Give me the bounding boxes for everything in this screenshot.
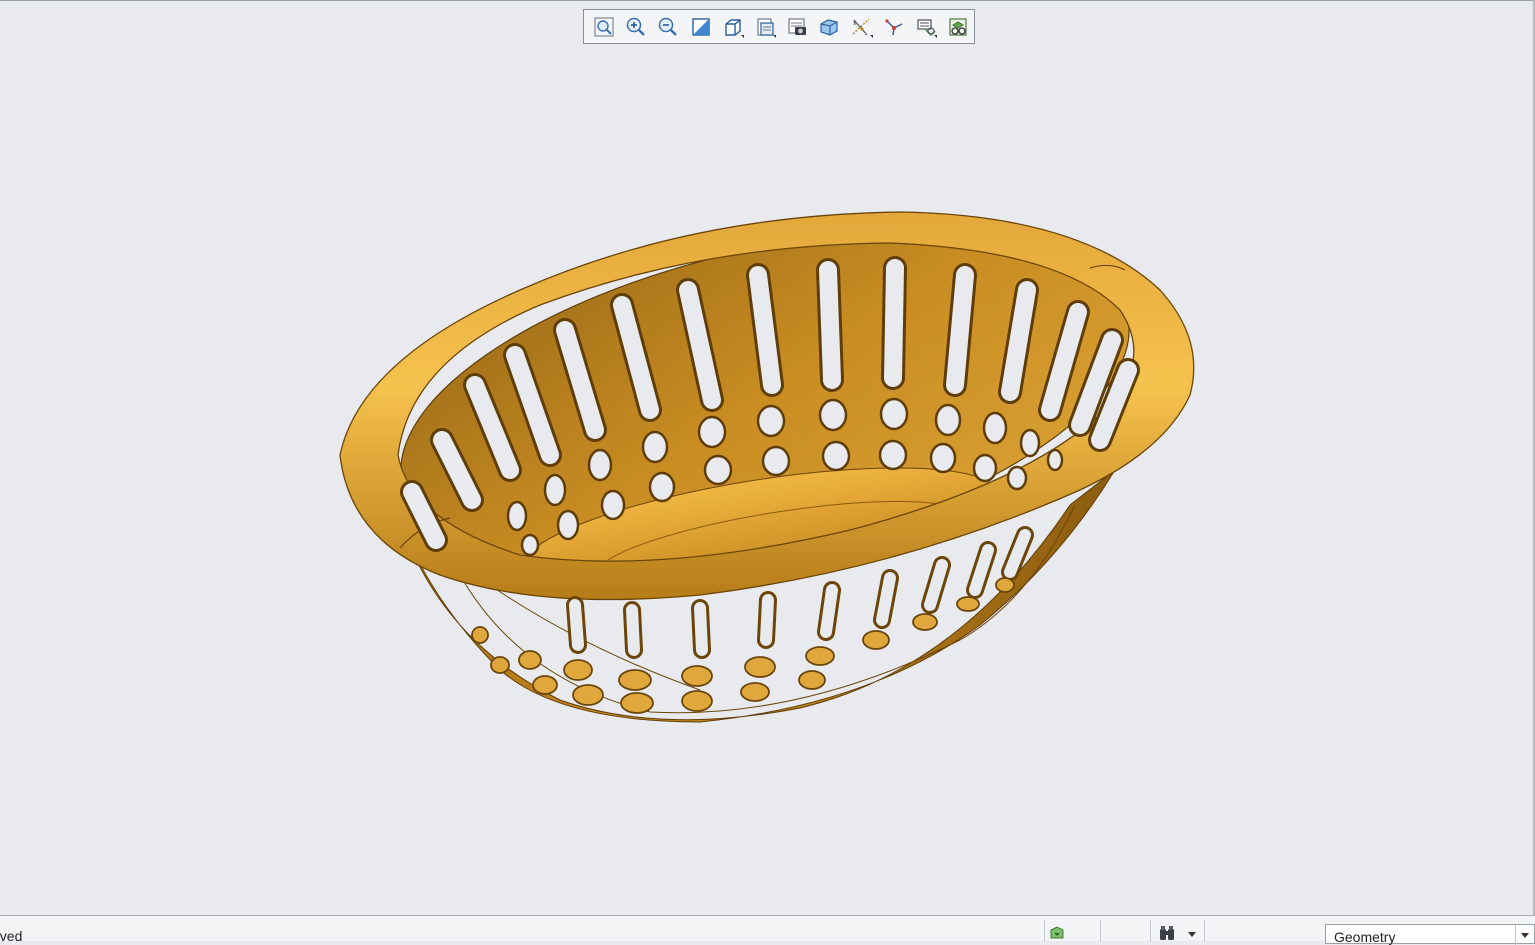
- graphics-toolbar: x: [583, 9, 975, 44]
- annotation-display-icon: [885, 18, 902, 35]
- datum-display-button[interactable]: x: [845, 11, 877, 43]
- refit-icon: [594, 16, 614, 37]
- spin-center-button[interactable]: [910, 11, 942, 43]
- chevron-down-icon[interactable]: [1188, 932, 1196, 937]
- selection-filter-select[interactable]: Geometry: [1325, 924, 1535, 945]
- hole: [972, 453, 998, 483]
- hole: [982, 411, 1008, 445]
- outer-hole: [572, 684, 604, 706]
- outer-hole: [518, 650, 542, 670]
- slot-opening: [946, 266, 974, 394]
- appearance-button[interactable]: [942, 11, 974, 43]
- refit-button[interactable]: [588, 11, 620, 43]
- outer-hole: [490, 656, 510, 674]
- hole: [587, 448, 613, 482]
- view-manager-button[interactable]: [781, 11, 813, 43]
- outer-hole: [995, 577, 1015, 593]
- outer-hole: [532, 675, 558, 695]
- hole: [641, 430, 669, 464]
- outer-hole: [862, 630, 890, 650]
- hole: [929, 442, 957, 474]
- outer-hole: [956, 596, 980, 612]
- outer-hole: [471, 626, 489, 644]
- outer-hole: [681, 665, 713, 687]
- hole: [1006, 465, 1028, 491]
- outer-slot-opening: [569, 599, 584, 651]
- outer-hole: [798, 670, 826, 690]
- hole: [520, 533, 540, 557]
- svg-text:x: x: [853, 20, 857, 27]
- regenerate-icon[interactable]: [1048, 924, 1066, 942]
- outer-hole: [681, 690, 713, 712]
- hole: [600, 489, 626, 521]
- appearance-icon: [949, 17, 967, 36]
- hole: [818, 398, 848, 432]
- zoom-out-button[interactable]: [652, 11, 684, 43]
- outer-hole: [744, 656, 776, 678]
- outer-slot-opening: [760, 594, 774, 646]
- repaint-icon: [691, 17, 710, 36]
- hole: [879, 397, 909, 431]
- outer-hole: [618, 669, 652, 691]
- outer-hole: [912, 613, 938, 631]
- selection-filter-value: Geometry: [1334, 929, 1396, 945]
- slot-opening: [884, 259, 904, 387]
- status-separator: [1150, 920, 1151, 942]
- hole: [1046, 448, 1064, 472]
- zoom-out-icon: [659, 17, 678, 36]
- outer-hole: [620, 692, 654, 714]
- graphics-viewport[interactable]: [0, 45, 1533, 915]
- hole: [878, 439, 908, 471]
- perspective-view-icon: [820, 18, 838, 36]
- zoom-in-icon: [627, 17, 646, 36]
- status-bar: aved Geometry: [0, 915, 1535, 945]
- outer-hole: [805, 646, 835, 666]
- status-message: aved: [0, 928, 23, 944]
- hole: [697, 415, 727, 449]
- window-top-border: [0, 0, 1535, 1]
- chevron-down-icon[interactable]: [1515, 925, 1534, 945]
- find-icon[interactable]: [1158, 924, 1176, 942]
- saved-orientations-button[interactable]: [749, 11, 781, 43]
- outer-slot-opening: [694, 602, 708, 656]
- hole: [556, 509, 580, 541]
- repaint-button[interactable]: [685, 11, 717, 43]
- hole: [703, 454, 733, 486]
- hole: [506, 500, 528, 532]
- slot-opening: [819, 261, 841, 389]
- hole: [1019, 428, 1041, 458]
- status-separator: [1204, 920, 1205, 942]
- outer-slot-opening: [626, 604, 640, 656]
- annotation-display-button[interactable]: [878, 11, 910, 43]
- status-separator: [1100, 920, 1101, 942]
- hole: [761, 445, 791, 477]
- hole: [543, 473, 567, 507]
- display-style-button[interactable]: [717, 11, 749, 43]
- status-separator: [1044, 920, 1045, 942]
- hole: [648, 471, 676, 503]
- outer-slot-opening: [820, 584, 838, 638]
- outer-hole: [740, 682, 770, 702]
- hole: [934, 403, 962, 437]
- zoom-in-button[interactable]: [620, 11, 652, 43]
- hole: [756, 404, 786, 438]
- outer-slot-opening: [876, 572, 896, 626]
- outer-slot-opening: [1004, 529, 1031, 578]
- view-manager-icon: [788, 17, 807, 35]
- outer-hole: [563, 659, 593, 681]
- perspective-view-button[interactable]: [813, 11, 845, 43]
- laundry-basket-model[interactable]: [0, 45, 1533, 915]
- hole: [821, 440, 851, 472]
